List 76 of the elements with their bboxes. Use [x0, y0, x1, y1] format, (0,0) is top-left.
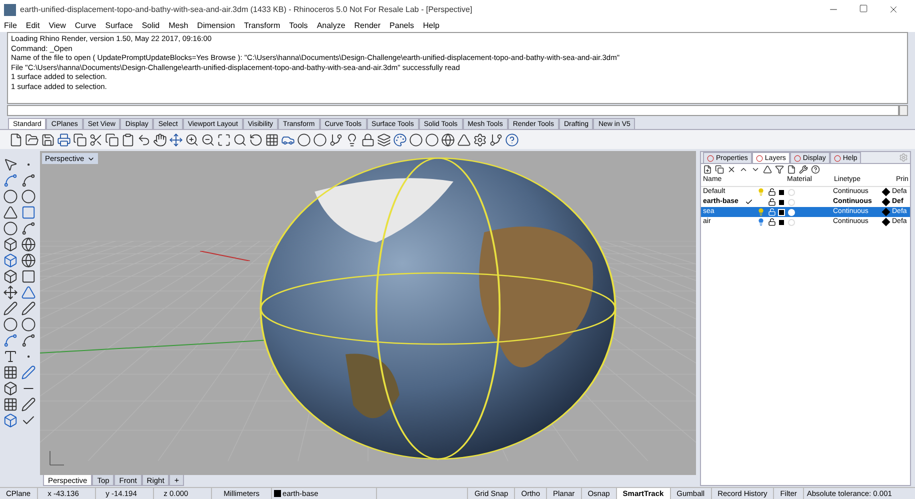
maximize-icon[interactable]: [859, 4, 868, 13]
unlock-icon[interactable]: [768, 198, 776, 206]
color-swatch[interactable]: [778, 218, 785, 226]
grid-icon[interactable]: [265, 132, 279, 146]
layers-icon[interactable]: [377, 132, 391, 146]
gear-icon[interactable]: [473, 132, 487, 146]
page-icon[interactable]: [787, 165, 796, 174]
menu-item[interactable]: Mesh: [168, 20, 188, 32]
filter-icon[interactable]: [775, 165, 784, 174]
box-icon[interactable]: [3, 253, 18, 268]
circle-icon[interactable]: [297, 132, 311, 146]
close-icon[interactable]: [888, 4, 899, 15]
check-icon: [745, 198, 753, 206]
undo-icon[interactable]: [137, 132, 151, 146]
tab-circle-icon: [707, 154, 714, 162]
tab-circle-icon: [756, 154, 763, 162]
folder-icon[interactable]: [25, 132, 39, 146]
color-swatch[interactable]: [778, 198, 785, 206]
app-icon: [4, 4, 16, 16]
menu-item[interactable]: Analyze: [316, 20, 346, 32]
clipboard-icon[interactable]: [121, 132, 135, 146]
menu-item[interactable]: Help: [423, 20, 440, 32]
lock-icon[interactable]: [361, 132, 375, 146]
pointer-icon[interactable]: [3, 157, 18, 172]
copy-icon[interactable]: [73, 132, 87, 146]
scissors-icon[interactable]: [89, 132, 103, 146]
move-icon[interactable]: [169, 132, 183, 146]
menu-item[interactable]: Surface: [105, 20, 133, 32]
rectangle-icon[interactable]: [21, 205, 36, 220]
add-tab-button[interactable]: +: [169, 475, 184, 486]
hand-icon[interactable]: [153, 132, 167, 146]
menu-item[interactable]: Curve: [74, 20, 96, 32]
menu-item[interactable]: Transform: [244, 20, 280, 32]
zoom-in-icon[interactable]: [185, 132, 199, 146]
menu-item[interactable]: Solid: [142, 20, 160, 32]
wrench-icon[interactable]: [799, 165, 808, 174]
tab-circle-icon: [794, 154, 801, 162]
copy-icon[interactable]: [105, 132, 119, 146]
zoom-out-icon[interactable]: [201, 132, 215, 146]
menu-item[interactable]: Tools: [289, 20, 308, 32]
search-icon[interactable]: [233, 132, 247, 146]
block-icon[interactable]: [3, 381, 18, 396]
text-icon[interactable]: [3, 349, 18, 364]
menu-item[interactable]: Edit: [26, 20, 40, 32]
delete-icon[interactable]: [727, 165, 736, 174]
circle-icon[interactable]: [3, 189, 18, 204]
save-icon[interactable]: [41, 132, 55, 146]
menu-item[interactable]: File: [4, 20, 17, 32]
zoom-extents-icon[interactable]: [217, 132, 231, 146]
tab-circle-icon: [834, 154, 841, 162]
copy-icon[interactable]: [715, 165, 724, 174]
unlock-icon[interactable]: [768, 188, 776, 196]
menu-item[interactable]: Render: [354, 20, 381, 32]
rotate-icon[interactable]: [249, 132, 263, 146]
new-file-icon[interactable]: [9, 132, 23, 146]
color-swatch[interactable]: [778, 208, 785, 216]
down-icon[interactable]: [751, 165, 760, 174]
axis-line: [200, 251, 250, 261]
command-input[interactable]: [7, 105, 899, 116]
layer-swatch: [274, 490, 282, 497]
circle-icon[interactable]: [3, 221, 18, 236]
help-icon[interactable]: [505, 132, 519, 146]
up-icon[interactable]: [739, 165, 748, 174]
printer-icon[interactable]: [57, 132, 71, 146]
menu-item[interactable]: Panels: [390, 20, 414, 32]
window-title: earth-unified-displacement-topo-and-bathy-with-sea-and-air.3dm (1433 KB) - Rhinoceros 5.0 Not For Resale Lab - [Perspective]: [20, 4, 472, 16]
color-swatch[interactable]: [778, 188, 785, 196]
lightbulb-icon[interactable]: [345, 132, 359, 146]
circle-icon[interactable]: [313, 132, 327, 146]
curve-icon[interactable]: [21, 173, 36, 188]
globe-icon[interactable]: [441, 132, 455, 146]
help-icon[interactable]: [811, 165, 820, 174]
menu-item[interactable]: Dimension: [197, 20, 235, 32]
new-layer-icon[interactable]: [703, 165, 712, 174]
menu-item[interactable]: View: [48, 20, 66, 32]
unlock-icon[interactable]: [768, 218, 776, 226]
